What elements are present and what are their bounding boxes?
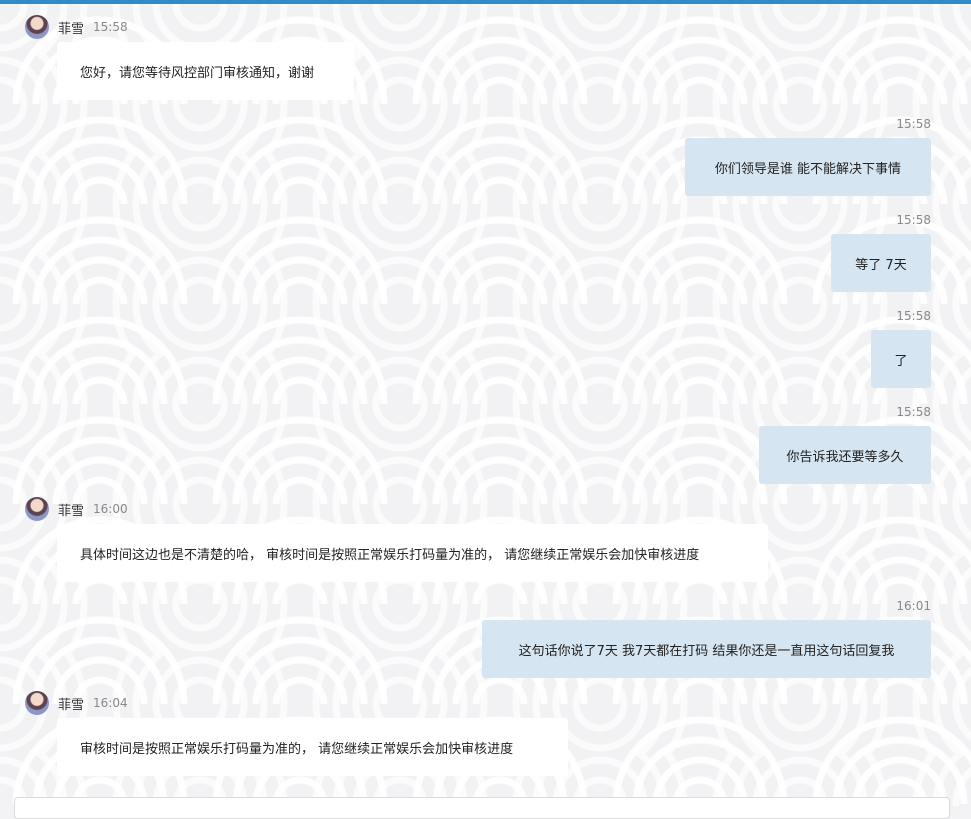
- sender-name: 菲雪: [58, 503, 85, 519]
- avatar[interactable]: [25, 691, 49, 715]
- message-time: 15:58: [93, 20, 128, 34]
- outgoing-message-bubble[interactable]: 等了 7天: [831, 234, 931, 292]
- chat-background: [0, 4, 971, 806]
- message-time: 15:58: [896, 213, 931, 227]
- message-text: 您好，请您等待风控部门审核通知，谢谢: [80, 65, 315, 81]
- message-text: 审核时间是按照正常娱乐打码量为准的， 请您继续正常娱乐会加快审核进度: [80, 741, 514, 757]
- avatar[interactable]: [25, 15, 49, 39]
- message-composer[interactable]: [14, 797, 950, 819]
- avatar[interactable]: [25, 497, 49, 521]
- incoming-message-bubble[interactable]: 您好，请您等待风控部门审核通知，谢谢: [57, 42, 354, 100]
- message-header: 菲雪 16:04: [25, 691, 128, 715]
- message-text: 你们领导是谁 能不能解决下事情: [714, 161, 902, 177]
- message-time: 16:00: [93, 502, 128, 516]
- message-header: 菲雪 16:00: [25, 497, 128, 521]
- message-text: 这句话你说了7天 我7天都在打码 结果你还是一直用这句话回复我: [518, 643, 895, 659]
- message-text: 了: [894, 353, 908, 369]
- incoming-message-bubble[interactable]: 审核时间是按照正常娱乐打码量为准的， 请您继续正常娱乐会加快审核进度: [57, 718, 568, 776]
- sender-name: 菲雪: [58, 697, 85, 713]
- message-text: 等了 7天: [855, 257, 907, 273]
- outgoing-message-bubble[interactable]: 这句话你说了7天 我7天都在打码 结果你还是一直用这句话回复我: [482, 620, 931, 678]
- message-time: 15:58: [896, 309, 931, 323]
- incoming-message-bubble[interactable]: 具体时间这边也是不清楚的哈， 审核时间是按照正常娱乐打码量为准的， 请您继续正常…: [57, 524, 768, 582]
- outgoing-message-bubble[interactable]: 你告诉我还要等多久: [759, 426, 931, 484]
- message-header: 菲雪 15:58: [25, 15, 128, 39]
- message-time: 16:01: [896, 599, 931, 613]
- outgoing-message-bubble[interactable]: 你们领导是谁 能不能解决下事情: [685, 138, 931, 196]
- message-time: 16:04: [93, 696, 128, 710]
- message-time: 15:58: [896, 405, 931, 419]
- sender-name: 菲雪: [58, 21, 85, 37]
- outgoing-message-bubble[interactable]: 了: [871, 330, 931, 388]
- message-text: 具体时间这边也是不清楚的哈， 审核时间是按照正常娱乐打码量为准的， 请您继续正常…: [80, 547, 700, 563]
- message-text: 你告诉我还要等多久: [786, 449, 904, 465]
- message-time: 15:58: [896, 117, 931, 131]
